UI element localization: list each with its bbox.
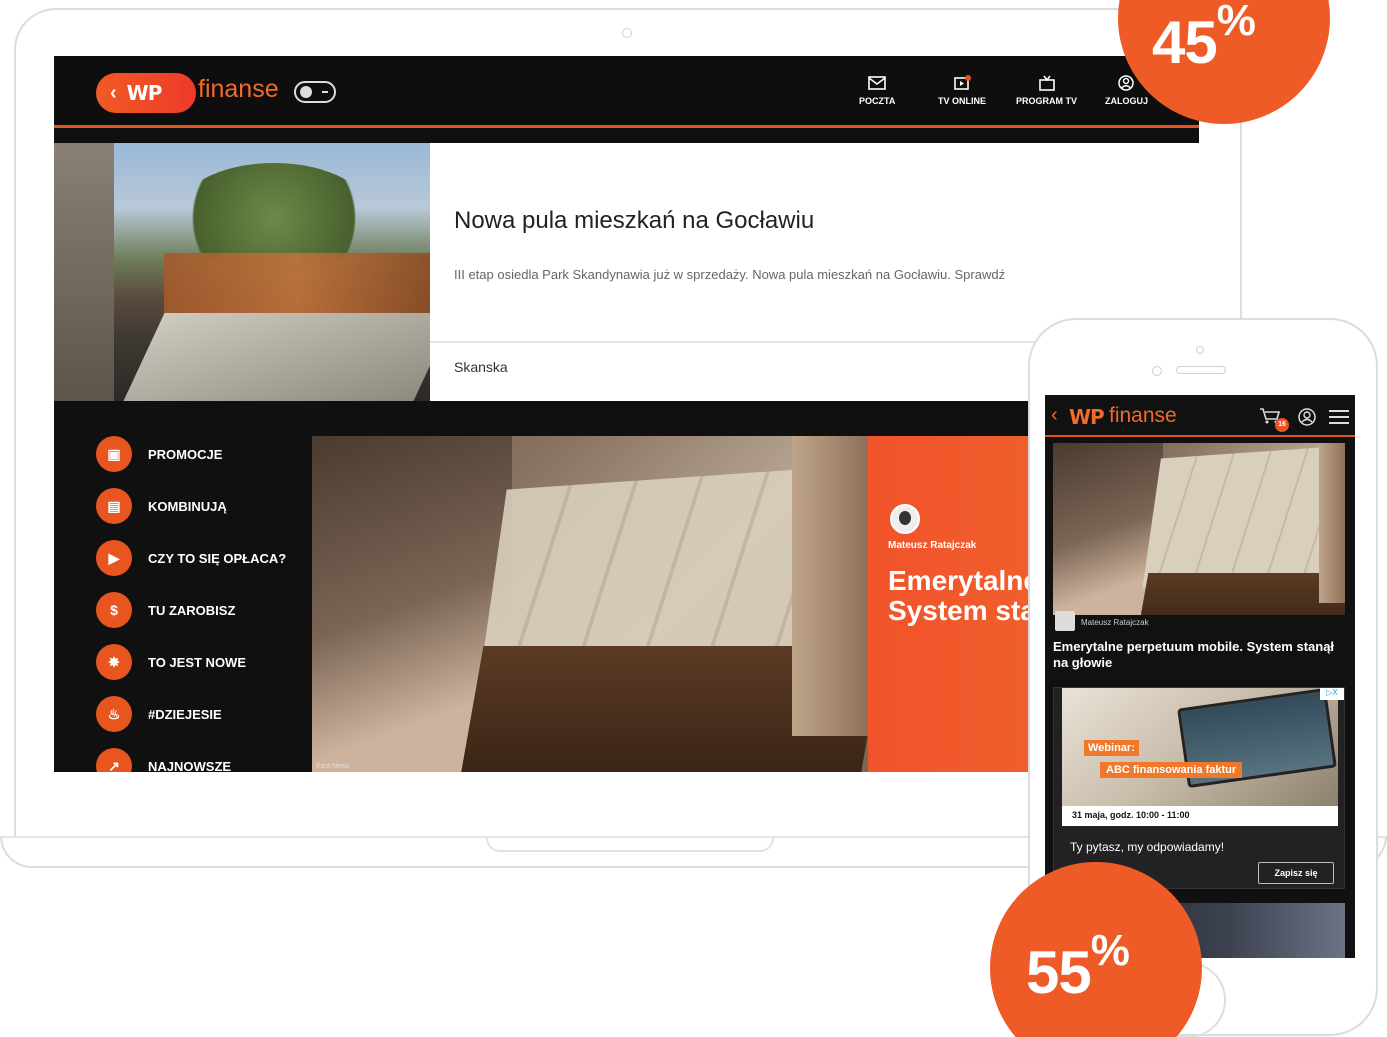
nav-label: TV ONLINE: [938, 96, 987, 106]
ad-tag-webinar: Webinar:: [1084, 740, 1139, 756]
dark-mode-toggle[interactable]: [294, 81, 336, 103]
ad-image[interactable]: Webinar: ABC finansowania faktur: [1062, 688, 1338, 806]
nav-label: PROGRAM TV: [1016, 96, 1078, 106]
sidebar-item-label: KOMBINUJĄ: [148, 498, 227, 514]
site-header: ‹ WP finanse POCZTA TV ONLINE PROGRAM TV…: [54, 56, 1199, 128]
sidebar-item-label: CZY TO SIĘ OPŁACA?: [148, 550, 287, 566]
badge-value: 45: [1152, 9, 1218, 76]
nav-label: ZALOGUJ: [1105, 96, 1149, 106]
tv-online-icon: [954, 75, 971, 90]
sidebar-item-najnowsze[interactable]: ↗ NAJNOWSZE: [96, 748, 231, 772]
cart-badge: 16: [1275, 418, 1289, 432]
wp-logo-text[interactable]: WP: [1069, 405, 1105, 429]
image-credit: East News: [316, 763, 350, 770]
ad-tag-title: ABC finansowania faktur: [1100, 762, 1243, 778]
laptop-notch: [486, 838, 774, 852]
back-chevron-icon[interactable]: ‹: [1051, 404, 1058, 427]
phone-camera: [1196, 346, 1204, 354]
mobile-article-headline[interactable]: Emerytalne perpetuum mobile. System stan…: [1053, 639, 1349, 671]
user-icon: [1117, 75, 1134, 91]
hero-title[interactable]: Nowa pula mieszkań na Gocławiu: [454, 207, 814, 235]
back-chevron-icon: ‹: [110, 81, 117, 104]
stage: ‹ WP finanse POCZTA TV ONLINE PROGRAM TV…: [0, 0, 1387, 1037]
feature-image[interactable]: East News: [312, 436, 868, 772]
sidebar-item-kombinuja[interactable]: ▤ KOMBINUJĄ: [96, 488, 227, 524]
sidebar-item-label: PROMOCJE: [148, 446, 223, 462]
laptop-camera: [622, 28, 632, 38]
sidebar-item-czy-to-sie-oplaca[interactable]: ▶ CZY TO SIĘ OPŁACA?: [96, 540, 286, 576]
ad-signup-button[interactable]: Zapisz się: [1258, 862, 1334, 884]
badge-unit: %: [1090, 926, 1130, 975]
dollar-icon: $: [96, 592, 132, 628]
badge-unit: %: [1216, 0, 1256, 45]
feature-author[interactable]: Mateusz Ratajczak: [888, 540, 976, 551]
sidebar: ▣ PROMOCJE ▤ KOMBINUJĄ ▶ CZY TO SIĘ OPŁACA?…: [54, 436, 312, 772]
trend-up-icon: ↗: [96, 748, 132, 772]
mobile-article-author[interactable]: Mateusz Ratajczak: [1081, 618, 1149, 627]
fire-icon: ♨: [96, 696, 132, 732]
sidebar-item-dziejesie[interactable]: ♨ #DZIEJESIE: [96, 696, 222, 732]
sidebar-item-label: #DZIEJESIE: [148, 706, 222, 722]
nav-poczta[interactable]: POCZTA: [859, 74, 895, 106]
wp-logo-button[interactable]: ‹ WP: [96, 73, 196, 113]
hero-image[interactable]: [54, 143, 430, 401]
video-icon: ▶: [96, 540, 132, 576]
tv-program-icon: [1038, 75, 1055, 91]
hero-description: III etap osiedla Park Skandynawia już w …: [454, 267, 1006, 282]
mobile-header: ‹ WP finanse 16: [1045, 395, 1355, 437]
adchoices-icon[interactable]: ▷X: [1320, 688, 1344, 700]
mobile-article-image[interactable]: [1053, 443, 1345, 615]
brand-finanse[interactable]: finanse: [198, 75, 279, 104]
author-avatar: [890, 504, 920, 534]
sidebar-item-tu-zarobisz[interactable]: $ TU ZAROBISZ: [96, 592, 235, 628]
sidebar-item-label: TO JEST NOWE: [148, 654, 246, 670]
user-icon[interactable]: [1297, 407, 1319, 427]
phone-speaker: [1176, 366, 1226, 374]
sidebar-item-to-jest-nowe[interactable]: ✸ TO JEST NOWE: [96, 644, 246, 680]
mobile-ad[interactable]: Webinar: ABC finansowania faktur ▷X 31 m…: [1053, 687, 1345, 889]
wallet-icon: ▣: [96, 436, 132, 472]
nav-tv-online[interactable]: TV ONLINE: [938, 74, 986, 106]
briefcase-icon: ▤: [96, 488, 132, 524]
hero-source: Skanska: [454, 359, 508, 375]
wp-logo-text: WP: [126, 81, 163, 105]
phone-sensor: [1152, 366, 1162, 376]
hamburger-menu-icon[interactable]: [1329, 409, 1349, 425]
sidebar-item-label: TU ZAROBISZ: [148, 602, 236, 618]
brand-finanse[interactable]: finanse: [1109, 404, 1177, 428]
ad-text: Ty pytasz, my odpowiadamy!: [1070, 840, 1225, 854]
sidebar-item-label: NAJNOWSZE: [148, 758, 232, 773]
nav-label: POCZTA: [859, 96, 896, 106]
author-avatar: [1055, 611, 1075, 631]
ad-date: 31 maja, godz. 10:00 - 11:00: [1062, 806, 1338, 826]
sidebar-item-promocje[interactable]: ▣ PROMOCJE: [96, 436, 222, 472]
badge-value: 55: [1026, 939, 1092, 1006]
new-badge-icon: ✸: [96, 644, 132, 680]
nav-program-tv[interactable]: PROGRAM TV: [1016, 74, 1077, 106]
mail-icon: [868, 76, 886, 90]
